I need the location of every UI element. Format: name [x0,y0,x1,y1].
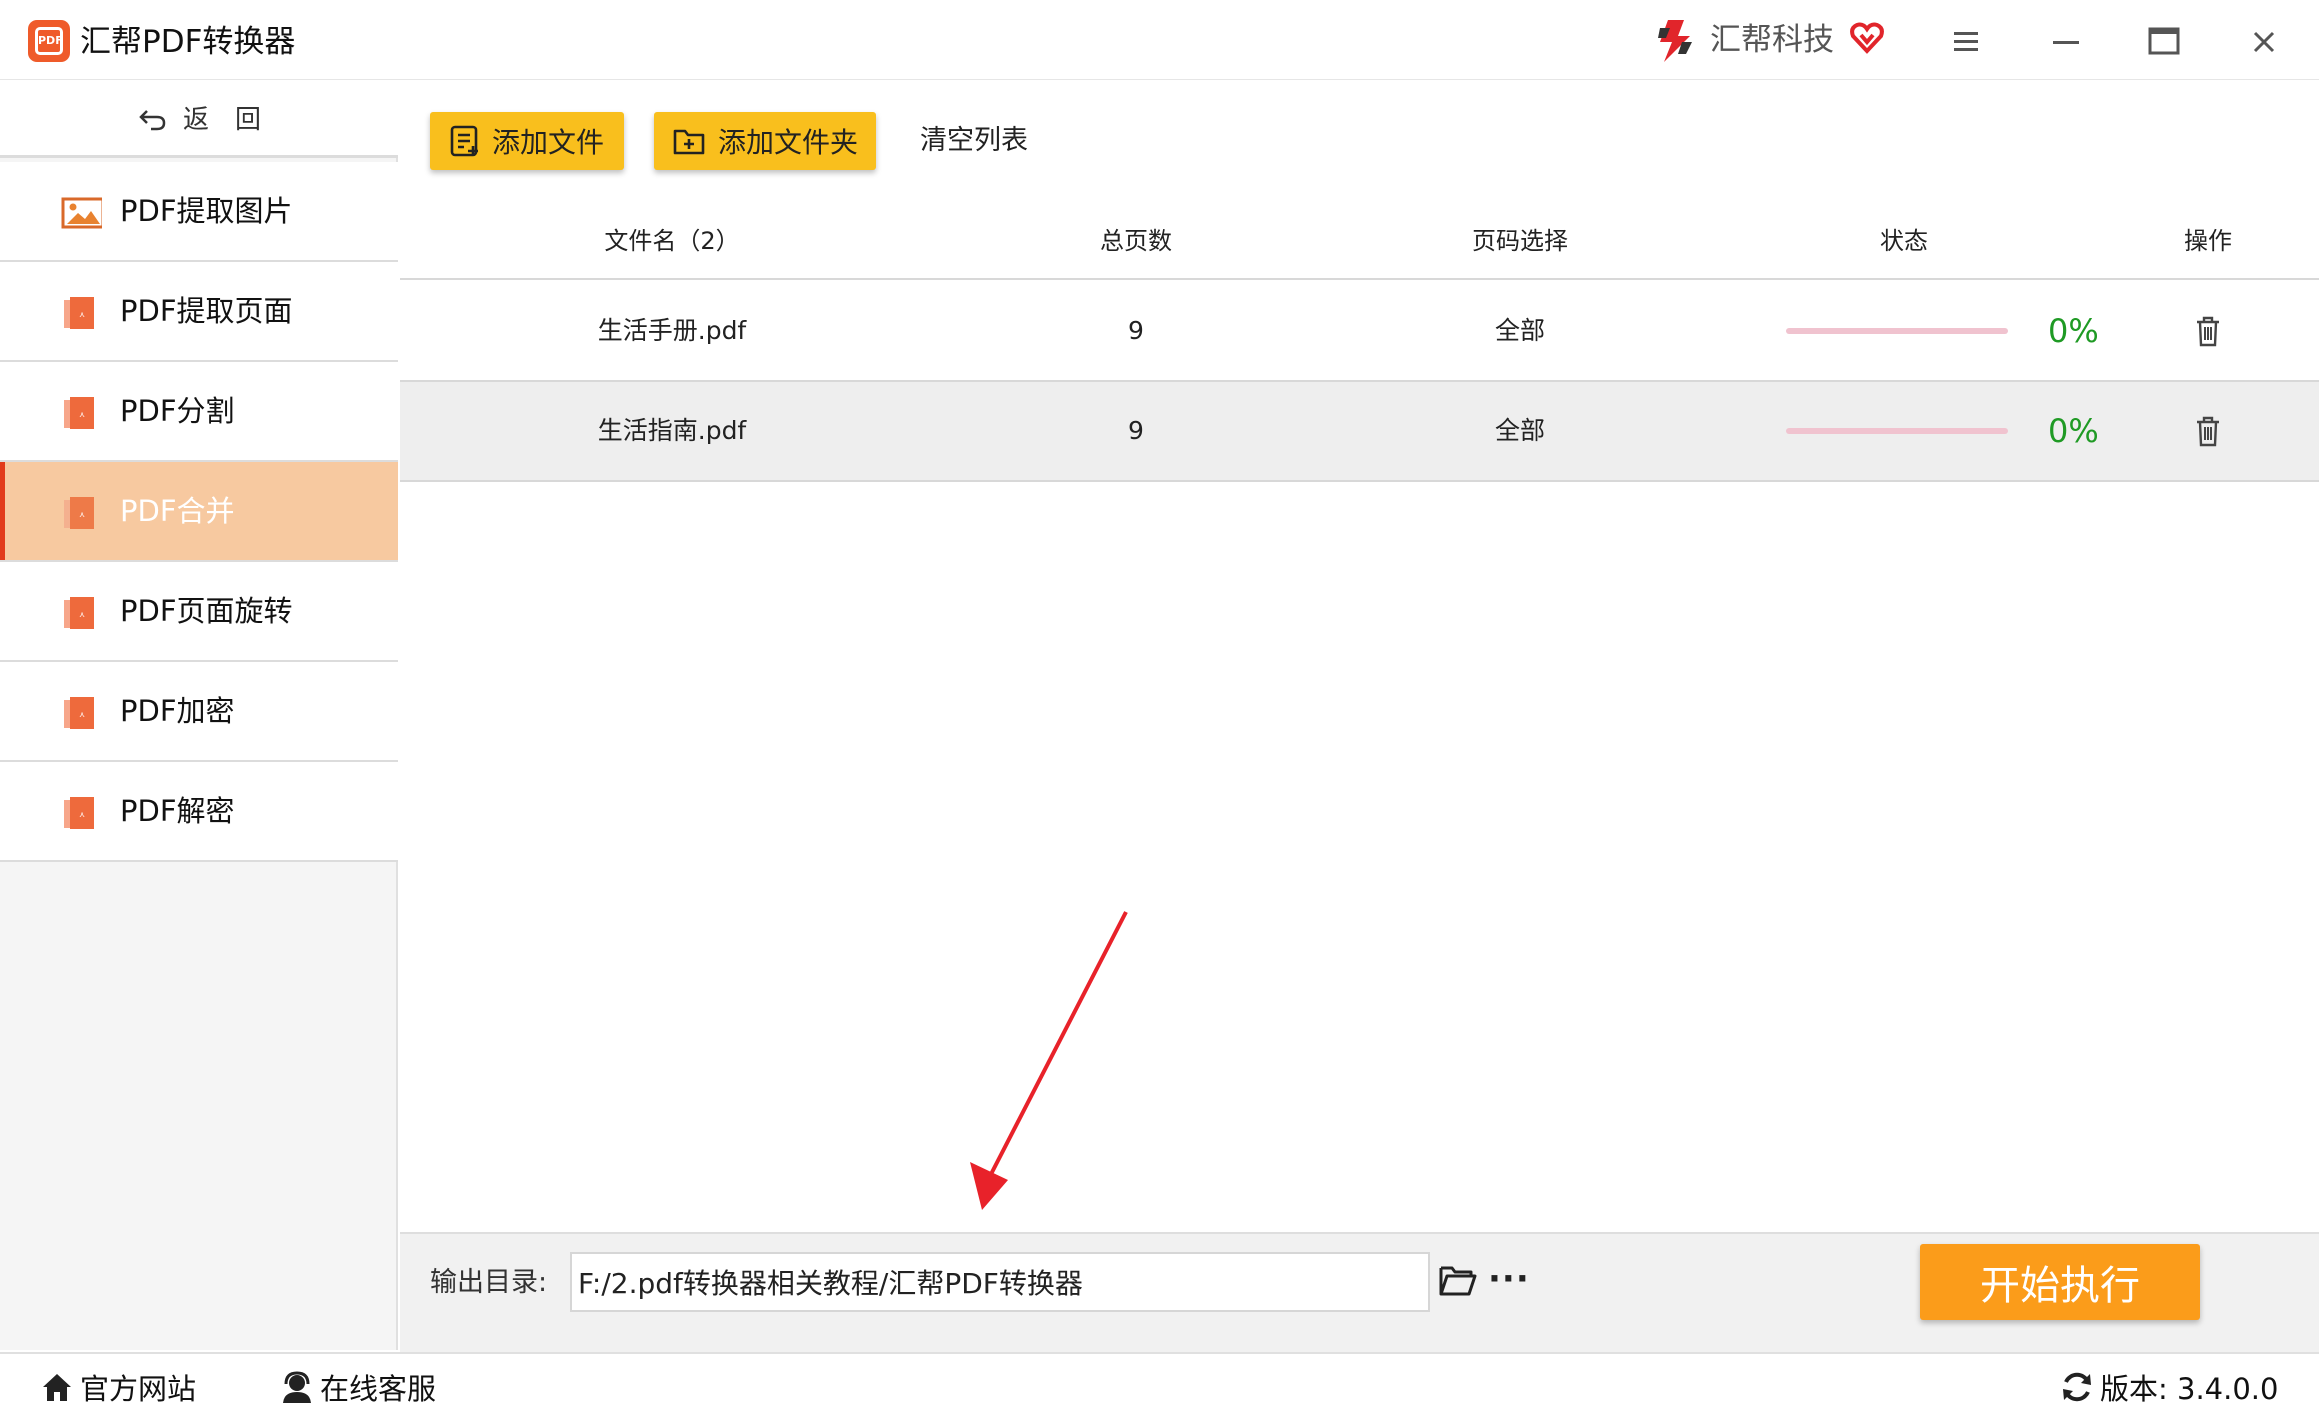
sidebar-item-rotate[interactable]: ⋏ PDF页面旋转 [0,562,398,662]
header-action: 操作 [2184,227,2232,255]
app-logo-text: PDF [35,27,63,55]
pdf-file-icon: ⋏ [64,797,94,829]
delete-icon[interactable] [2193,414,2223,448]
sidebar-item-label: PDF分割 [120,394,235,428]
close-icon[interactable] [2234,12,2294,72]
svg-text:⋏: ⋏ [79,610,85,619]
sidebar-item-label: PDF提取页面 [120,294,293,328]
cell-pages: 9 [1128,416,1144,445]
refresh-icon [2063,1372,2091,1402]
progress-bar [1786,428,2008,434]
cell-page-select[interactable]: 全部 [1495,382,1545,480]
sidebar-item-encrypt[interactable]: ⋏ PDF加密 [0,662,398,762]
svg-text:⋏: ⋏ [79,510,85,519]
table-header: 文件名（2） 总页数 页码选择 状态 操作 [400,204,2319,280]
output-dir-label: 输出目录: [430,1267,548,1298]
pdf-file-icon: ⋏ [64,597,94,629]
svg-text:⋏: ⋏ [79,810,85,819]
image-icon [61,197,102,229]
sidebar-item-extract-images[interactable]: PDF提取图片 [0,162,398,262]
add-folder-icon [673,129,705,155]
svg-text:⋏: ⋏ [79,410,85,419]
sidebar-item-extract-pages[interactable]: ⋏ PDF提取页面 [0,262,398,362]
sidebar-item-label: PDF合并 [120,494,235,528]
brand-name: 汇帮科技 [1710,22,1834,58]
cell-pages: 9 [1128,316,1144,345]
back-label: 返 回 [182,105,261,135]
add-folder-label: 添加文件夹 [718,126,859,159]
vip-heart-icon[interactable] [1848,18,1886,56]
progress-percent: 0% [2048,312,2099,350]
progress-percent: 0% [2048,412,2099,450]
add-file-label: 添加文件 [492,126,605,159]
progress-bar [1786,328,2008,334]
pdf-file-icon: ⋏ [64,297,94,329]
sidebar-item-label: PDF加密 [120,694,235,728]
support-agent-icon [283,1371,311,1403]
header-pages: 总页数 [1100,227,1172,255]
app-logo: PDF [28,20,70,62]
cell-filename: 生活指南.pdf [597,416,747,445]
sidebar-item-merge[interactable]: ⋏ PDF合并 [0,462,398,562]
maximize-icon[interactable] [2134,12,2194,72]
pdf-file-icon: ⋏ [64,397,94,429]
add-folder-button[interactable]: 添加文件夹 [654,112,876,170]
pdf-file-icon: ⋏ [64,497,94,529]
sidebar-item-label: PDF解密 [120,794,235,828]
add-file-icon [450,125,478,157]
sidebar-item-split[interactable]: ⋏ PDF分割 [0,362,398,462]
output-dir-input[interactable] [570,1252,1430,1312]
start-button[interactable]: 开始执行 [1920,1244,2200,1320]
online-support-link[interactable]: 在线客服 [280,1362,436,1412]
brand-logo-icon [1658,20,1692,62]
annotation-arrow-icon [970,911,1128,1210]
more-options-icon[interactable]: ··· [1488,1262,1529,1298]
online-support-label: 在线客服 [320,1372,437,1406]
sidebar-item-label: PDF页面旋转 [120,594,293,628]
folder-open-icon[interactable] [1438,1262,1478,1298]
sidebar-item-label: PDF提取图片 [120,194,293,228]
home-icon [43,1374,71,1401]
svg-text:⋏: ⋏ [79,310,85,319]
sidebar-item-decrypt[interactable]: ⋏ PDF解密 [0,762,398,862]
table-row[interactable]: 生活手册.pdf 9 全部 [400,282,2319,382]
version-info[interactable]: 版本: 3.4.0.0 [2060,1362,2278,1412]
official-website-link[interactable]: 官方网站 [40,1362,196,1412]
add-file-button[interactable]: 添加文件 [430,112,624,170]
cell-page-select[interactable]: 全部 [1495,282,1545,380]
app-title: 汇帮PDF转换器 [80,24,296,60]
back-arrow-icon [139,109,166,130]
menu-icon[interactable] [1936,12,1996,72]
back-button[interactable]: 返 回 [0,80,398,158]
header-page-select: 页码选择 [1472,227,1568,255]
clear-list-button[interactable]: 清空列表 [920,112,1028,170]
table-row[interactable]: 生活指南.pdf 9 全部 [400,382,2319,482]
pdf-file-icon: ⋏ [64,697,94,729]
header-status: 状态 [1880,227,1928,255]
delete-icon[interactable] [2193,314,2223,348]
header-filename: 文件名（2） [604,227,740,255]
version-label: 版本: 3.4.0.0 [2100,1372,2279,1406]
cell-filename: 生活手册.pdf [597,316,747,345]
official-website-label: 官方网站 [80,1372,197,1406]
minimize-icon[interactable] [2036,12,2096,72]
svg-text:⋏: ⋏ [79,710,85,719]
